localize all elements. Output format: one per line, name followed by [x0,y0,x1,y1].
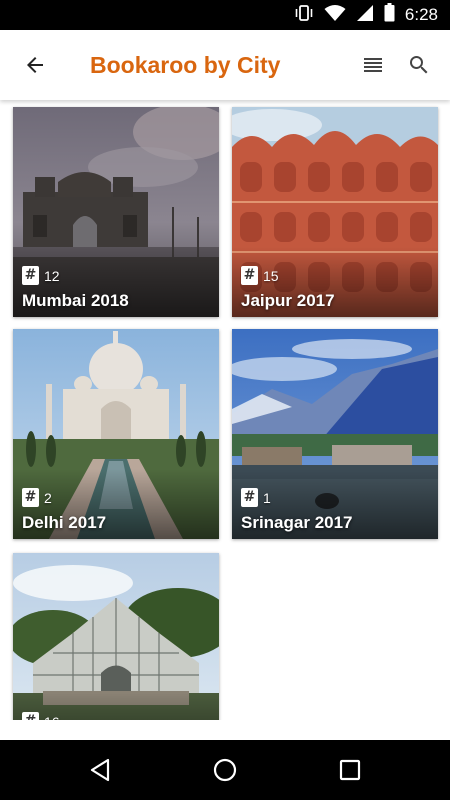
navigation-bar [0,740,450,800]
screen: 6:28 Bookaroo by City # 12 Mumbai 2018 #… [0,0,450,800]
count-row: # 1 [241,488,271,507]
status-icons: 6:28 [294,0,438,30]
city-title: Delhi 2017 [22,513,107,532]
app-bar: Bookaroo by City [0,30,450,100]
hash-tag-icon: # [22,488,39,507]
nav-home-button[interactable] [203,748,247,792]
nav-recents-button[interactable] [328,748,372,792]
arrow-back-icon [27,57,43,73]
hash-tag-icon: # [22,266,39,285]
search-icon [410,56,428,74]
vibrate-icon [294,3,314,28]
search-button[interactable] [398,44,440,86]
hash-tag-icon: # [22,712,39,720]
booking-count: 12 [44,267,60,284]
city-card-glass-house[interactable]: # 16 [13,553,219,720]
wifi-icon [324,4,346,27]
back-button[interactable] [14,44,56,86]
count-row: # 16 [22,712,60,720]
cell-signal-icon [356,4,374,27]
booking-count: 15 [263,267,279,284]
recents-square-icon [339,759,361,781]
list-view-icon [364,58,382,72]
bottom-spacer [0,720,450,740]
count-row: # 15 [241,266,279,285]
list-view-button[interactable] [352,44,394,86]
city-card-delhi[interactable]: # 2 Delhi 2017 [13,329,219,539]
booking-count: 1 [263,489,271,506]
city-card-srinagar[interactable]: # 1 Srinagar 2017 [232,329,438,539]
city-title: Srinagar 2017 [241,513,353,532]
hash-tag-icon: # [241,266,258,285]
city-card-jaipur[interactable]: # 15 Jaipur 2017 [232,107,438,317]
nav-back-button[interactable] [78,748,122,792]
page-title: Bookaroo by City [90,52,281,78]
city-title: Jaipur 2017 [241,291,335,310]
hash-tag-icon: # [241,488,258,507]
back-triangle-icon [90,758,110,782]
battery-icon [384,3,395,27]
count-row: # 12 [22,266,60,285]
booking-count: 2 [44,489,52,506]
city-grid: # 12 Mumbai 2018 # 15 Jaipur 2017 # 2 De… [0,100,450,720]
home-circle-icon [213,758,237,782]
city-title: Mumbai 2018 [22,291,129,310]
count-row: # 2 [22,488,52,507]
city-card-mumbai[interactable]: # 12 Mumbai 2018 [13,107,219,317]
status-time: 6:28 [404,5,438,24]
status-bar: 6:28 [0,0,450,30]
